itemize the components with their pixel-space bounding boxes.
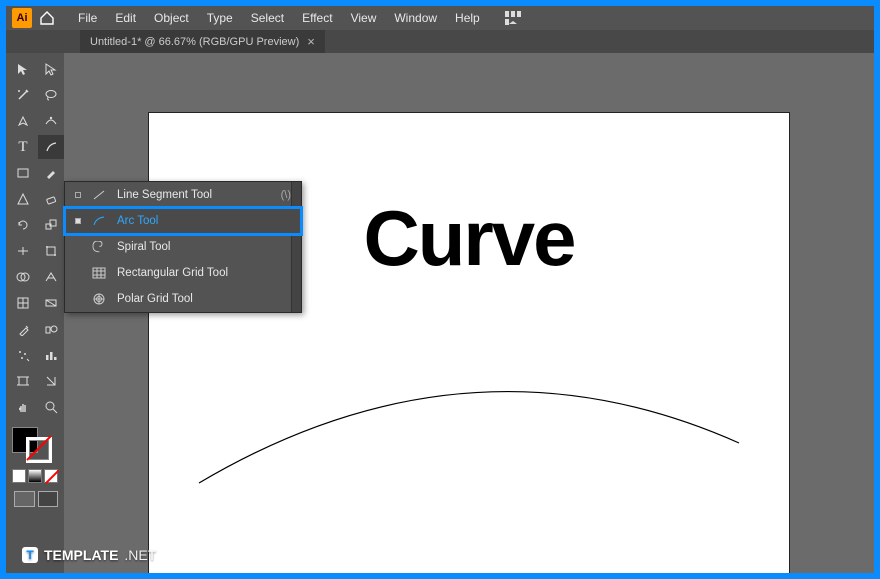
document-tab[interactable]: Untitled-1* @ 66.67% (RGB/GPU Preview) × <box>80 30 325 53</box>
color-mode-swatch[interactable] <box>12 469 26 483</box>
menu-file[interactable]: File <box>70 6 105 30</box>
arc-icon <box>91 214 107 228</box>
shaper-tool-icon[interactable] <box>10 187 36 211</box>
flyout-rectangular-grid-tool[interactable]: Rectangular Grid Tool <box>65 260 301 286</box>
watermark-logo-icon: T <box>22 547 38 563</box>
flyout-item-label: Line Segment Tool <box>117 189 212 201</box>
watermark-brand: TEMPLATE <box>44 547 118 563</box>
type-tool-icon[interactable]: T <box>10 135 36 159</box>
blend-tool-icon[interactable] <box>38 317 64 341</box>
lasso-tool-icon[interactable] <box>38 83 64 107</box>
magic-wand-tool-icon[interactable] <box>10 83 36 107</box>
perspective-grid-tool-icon[interactable] <box>38 265 64 289</box>
zoom-tool-icon[interactable] <box>38 395 64 419</box>
scale-tool-icon[interactable] <box>38 213 64 237</box>
line-icon <box>91 188 107 202</box>
menu-effect[interactable]: Effect <box>294 6 340 30</box>
document-tabbar: Untitled-1* @ 66.67% (RGB/GPU Preview) × <box>6 30 874 53</box>
none-mode-swatch[interactable] <box>44 469 58 483</box>
watermark: T TEMPLATE .NET <box>22 547 156 563</box>
flyout-line-segment-tool[interactable]: Line Segment Tool (\) <box>65 182 301 208</box>
workspace-switcher-icon[interactable] <box>502 7 524 29</box>
home-icon[interactable] <box>36 7 58 29</box>
canvas-area[interactable]: Curve <box>64 53 874 573</box>
titlebar: Ai File Edit Object Type Select Effect V… <box>6 6 874 30</box>
rectangle-tool-icon[interactable] <box>10 161 36 185</box>
flyout-item-label: Rectangular Grid Tool <box>117 267 228 279</box>
artboard-tool-icon[interactable] <box>10 369 36 393</box>
flyout-item-label: Spiral Tool <box>117 241 171 253</box>
flyout-arc-tool[interactable]: Arc Tool <box>65 208 301 234</box>
flyout-polar-grid-tool[interactable]: Polar Grid Tool <box>65 286 301 312</box>
line-segment-tool-icon[interactable] <box>38 135 64 159</box>
menu-help[interactable]: Help <box>447 6 488 30</box>
flyout-item-label: Arc Tool <box>117 215 158 227</box>
selection-tool-icon[interactable] <box>10 57 36 81</box>
free-transform-tool-icon[interactable] <box>38 239 64 263</box>
flyout-spiral-tool[interactable]: Spiral Tool <box>65 234 301 260</box>
hand-tool-icon[interactable] <box>10 395 36 419</box>
tools-panel: T <box>6 53 64 573</box>
curvature-tool-icon[interactable] <box>38 109 64 133</box>
pen-tool-icon[interactable] <box>10 109 36 133</box>
rotate-tool-icon[interactable] <box>10 213 36 237</box>
direct-selection-tool-icon[interactable] <box>38 57 64 81</box>
mesh-tool-icon[interactable] <box>10 291 36 315</box>
column-graph-tool-icon[interactable] <box>38 343 64 367</box>
menu-edit[interactable]: Edit <box>107 6 144 30</box>
slice-tool-icon[interactable] <box>38 369 64 393</box>
symbol-sprayer-tool-icon[interactable] <box>10 343 36 367</box>
screen-mode-normal-icon[interactable] <box>14 491 35 507</box>
close-icon[interactable]: × <box>307 34 315 49</box>
width-tool-icon[interactable] <box>10 239 36 263</box>
workarea: T <box>6 53 874 573</box>
flyout-tearoff-handle[interactable] <box>291 182 301 312</box>
menubar: File Edit Object Type Select Effect View… <box>70 6 488 30</box>
gradient-mode-swatch[interactable] <box>28 469 42 483</box>
color-panel <box>8 423 62 511</box>
watermark-suffix: .NET <box>124 547 156 563</box>
gradient-tool-icon[interactable] <box>38 291 64 315</box>
paintbrush-tool-icon[interactable] <box>38 161 64 185</box>
flyout-item-shortcut: (\) <box>281 189 291 201</box>
eraser-tool-icon[interactable] <box>38 187 64 211</box>
spiral-icon <box>91 240 107 254</box>
polar-grid-icon <box>91 292 107 306</box>
tool-indicator-icon <box>75 192 81 198</box>
line-tool-flyout: Line Segment Tool (\) Arc Tool Spiral To… <box>64 181 302 313</box>
menu-type[interactable]: Type <box>199 6 241 30</box>
menu-object[interactable]: Object <box>146 6 197 30</box>
menu-window[interactable]: Window <box>386 6 445 30</box>
menu-select[interactable]: Select <box>243 6 292 30</box>
rect-grid-icon <box>91 266 107 280</box>
app-window: Ai File Edit Object Type Select Effect V… <box>6 6 874 573</box>
menu-view[interactable]: View <box>343 6 385 30</box>
shape-builder-tool-icon[interactable] <box>10 265 36 289</box>
arc-path[interactable] <box>189 333 749 493</box>
headline-text: Curve <box>363 193 574 284</box>
app-icon: Ai <box>12 8 32 28</box>
document-tab-title: Untitled-1* @ 66.67% (RGB/GPU Preview) <box>90 36 299 48</box>
tool-indicator-icon <box>75 218 81 224</box>
stroke-swatch[interactable] <box>26 437 52 463</box>
screen-mode-full-icon[interactable] <box>38 491 59 507</box>
eyedropper-tool-icon[interactable] <box>10 317 36 341</box>
flyout-item-label: Polar Grid Tool <box>117 293 193 305</box>
